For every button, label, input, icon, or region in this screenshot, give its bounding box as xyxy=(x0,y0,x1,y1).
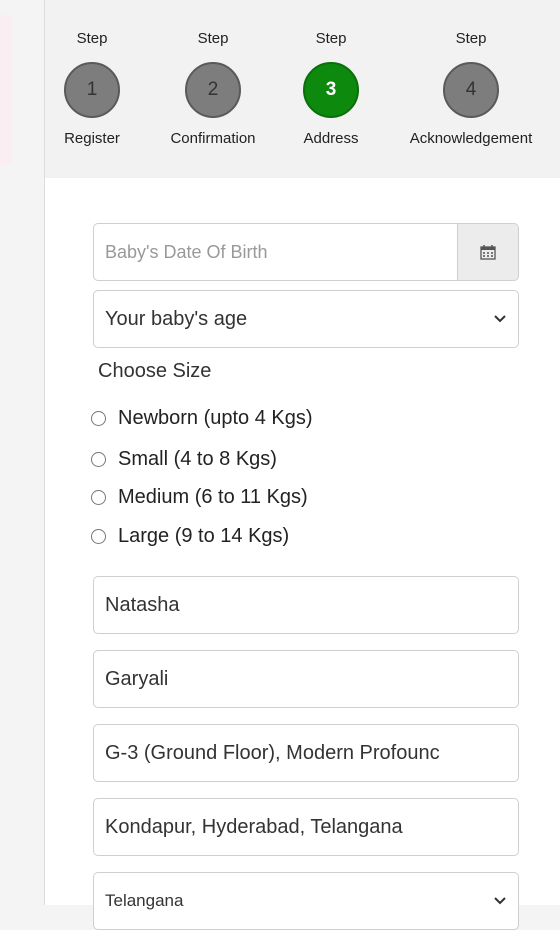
dob-placeholder: Baby's Date Of Birth xyxy=(105,241,268,262)
first-name-input[interactable]: Natasha xyxy=(93,576,519,634)
size-option-newborn[interactable]: Newborn (upto 4 Kgs) xyxy=(91,403,313,433)
last-name-input[interactable]: Garyali xyxy=(93,650,519,708)
left-edge-decoration xyxy=(0,15,12,165)
step-prefix: Step xyxy=(455,30,487,47)
size-option-large[interactable]: Large (9 to 14 Kgs) xyxy=(91,521,289,551)
state-value: Telangana xyxy=(105,891,184,910)
form-card: Step 1 Register Step 2 Confirmation Step… xyxy=(44,0,560,930)
calendar-icon xyxy=(480,245,496,260)
radio-button[interactable] xyxy=(91,451,106,467)
step-label: Confirmation xyxy=(170,130,256,147)
first-name-value: Natasha xyxy=(105,593,180,616)
baby-age-select[interactable]: Your baby's age xyxy=(93,290,519,348)
address-line1-input[interactable]: G-3 (Ground Floor), Modern Profounc xyxy=(93,724,519,782)
step-prefix: Step xyxy=(315,30,347,47)
state-select[interactable]: Telangana xyxy=(93,872,519,930)
choose-size-label: Choose Size xyxy=(98,360,212,382)
size-option-label: Small (4 to 8 Kgs) xyxy=(118,447,277,470)
step-number-circle: 4 xyxy=(443,62,499,118)
size-option-label: Large (9 to 14 Kgs) xyxy=(118,524,290,547)
dob-input[interactable]: Baby's Date Of Birth xyxy=(93,223,519,281)
stepper: Step 1 Register Step 2 Confirmation Step… xyxy=(45,0,560,178)
step-number-circle: 2 xyxy=(185,62,241,118)
step-label: Register xyxy=(64,130,120,147)
step-label: Address xyxy=(303,130,359,147)
step-prefix: Step xyxy=(76,30,108,47)
step-label: Acknowledgement xyxy=(409,130,533,147)
last-name-value: Garyali xyxy=(105,667,169,690)
radio-button[interactable] xyxy=(91,489,106,505)
address-line2-value: Kondapur, Hyderabad, Telangana xyxy=(105,815,403,838)
baby-age-value: Your baby's age xyxy=(105,307,248,330)
address-line2-input[interactable]: Kondapur, Hyderabad, Telangana xyxy=(93,798,519,856)
size-option-medium[interactable]: Medium (6 to 11 Kgs) xyxy=(91,482,308,512)
radio-button[interactable] xyxy=(91,410,106,426)
size-option-label: Medium (6 to 11 Kgs) xyxy=(118,485,308,508)
chevron-down-icon xyxy=(494,897,506,905)
step-number-circle: 1 xyxy=(64,62,120,118)
calendar-button[interactable] xyxy=(457,224,518,280)
address-line1-value: G-3 (Ground Floor), Modern Profounc xyxy=(105,741,440,764)
radio-button[interactable] xyxy=(91,528,106,544)
chevron-down-icon xyxy=(494,315,506,323)
step-number-circle: 3 xyxy=(303,62,359,118)
step-prefix: Step xyxy=(197,30,229,47)
size-option-small[interactable]: Small (4 to 8 Kgs) xyxy=(91,444,277,474)
size-option-label: Newborn (upto 4 Kgs) xyxy=(118,406,313,429)
